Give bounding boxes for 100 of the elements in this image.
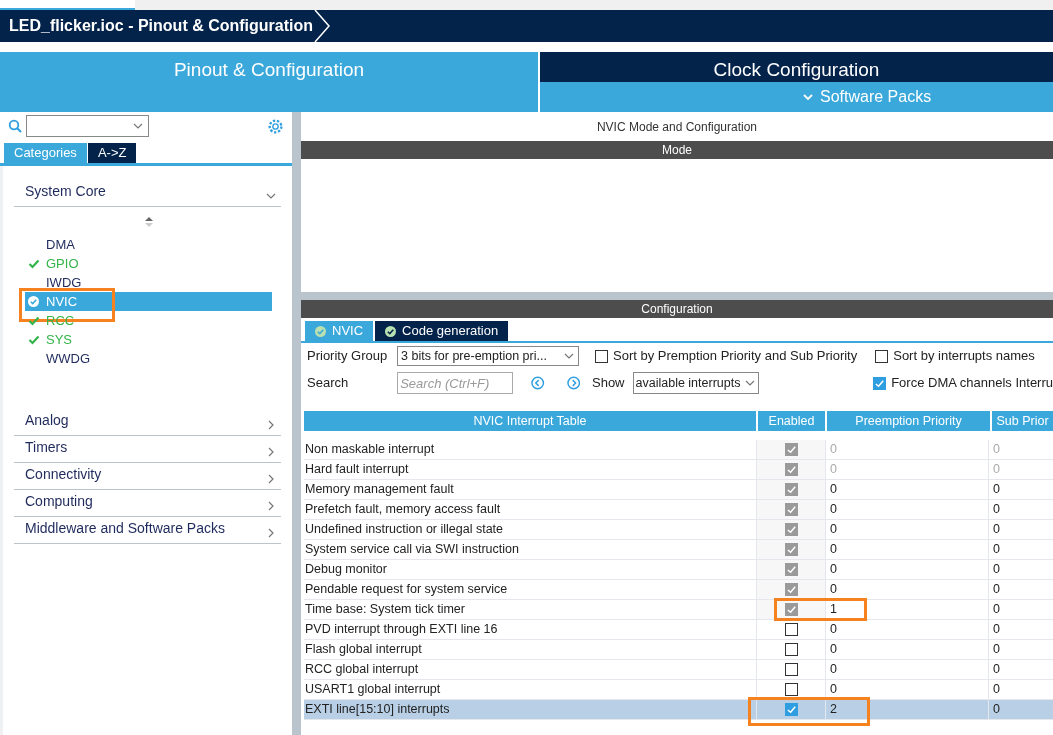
table-cell-text: System service call via SWI instruction bbox=[304, 541, 520, 559]
table-cell-text: Flash global interrupt bbox=[304, 641, 423, 659]
table-cell: 0 bbox=[988, 520, 1053, 539]
category-header[interactable]: Timers bbox=[14, 436, 281, 463]
check-circle-icon bbox=[315, 325, 326, 337]
breadcrumb[interactable]: LED_flicker.ioc - Pinout & Configuration bbox=[0, 10, 343, 42]
table-cell-text: Debug monitor bbox=[304, 561, 388, 579]
checkbox[interactable] bbox=[873, 376, 887, 390]
table-row[interactable]: Flash global interrupt 0 0 bbox=[304, 640, 1053, 660]
table-cell: 0 bbox=[988, 680, 1053, 699]
table-row[interactable]: Non maskable interrupt 0 0 bbox=[304, 440, 1053, 460]
table-cell-text: Memory management fault bbox=[304, 481, 455, 499]
table-cell: 0 bbox=[825, 580, 988, 599]
table-cell: 0 bbox=[825, 440, 988, 459]
checkbox[interactable] bbox=[784, 503, 798, 516]
category-item[interactable]: IWDG bbox=[25, 273, 272, 292]
table-cell: 0 bbox=[988, 660, 1053, 679]
show-select[interactable]: available interrupts bbox=[632, 372, 760, 394]
category-header[interactable]: Analog bbox=[14, 409, 281, 436]
mode-header: Mode bbox=[301, 141, 1053, 159]
table-cell: 0 bbox=[825, 540, 988, 559]
table-row[interactable]: Memory management fault 0 0 bbox=[304, 480, 1053, 500]
table-row[interactable]: Hard fault interrupt 0 0 bbox=[304, 460, 1053, 480]
table-cell-text: RCC global interrupt bbox=[304, 661, 420, 679]
check-circle-icon bbox=[385, 325, 397, 337]
scroll-arrows-icon[interactable] bbox=[144, 217, 153, 227]
next-icon[interactable] bbox=[566, 376, 580, 390]
table-cell: 0 bbox=[988, 600, 1053, 619]
previous-icon[interactable] bbox=[531, 376, 545, 390]
sort-option[interactable]: Sort by Premption Priority and Sub Priority bbox=[595, 346, 858, 366]
checkbox[interactable] bbox=[784, 443, 798, 456]
checkbox[interactable] bbox=[784, 523, 798, 536]
table-cell: 0 bbox=[988, 640, 1053, 659]
table-cell: 2 bbox=[825, 700, 988, 719]
table-row[interactable]: Pendable request for system service 0 0 bbox=[304, 580, 1053, 600]
checkbox[interactable] bbox=[784, 463, 798, 476]
check-icon bbox=[27, 314, 40, 327]
scrollbar[interactable] bbox=[292, 112, 301, 735]
checkbox[interactable] bbox=[784, 683, 798, 696]
table-cell: 0 bbox=[825, 520, 988, 539]
category-header[interactable]: System Core bbox=[14, 180, 281, 207]
force-dma-option[interactable]: Force DMA channels Interru bbox=[873, 373, 1053, 393]
table-row[interactable]: Time base: System tick timer 1 0 bbox=[304, 600, 1053, 620]
show-label: Show bbox=[592, 374, 625, 393]
config-tab[interactable]: Code generation bbox=[375, 321, 509, 341]
table-row[interactable]: PVD interrupt through EXTI line 16 0 0 bbox=[304, 620, 1053, 640]
table-row[interactable]: RCC global interrupt 0 0 bbox=[304, 660, 1053, 680]
table-row[interactable]: EXTI line[15:10] interrupts 2 0 bbox=[304, 700, 1053, 720]
checkbox[interactable] bbox=[595, 349, 608, 363]
checkbox[interactable] bbox=[875, 349, 889, 363]
table-cell: 0 bbox=[988, 700, 1053, 719]
checkbox[interactable] bbox=[784, 603, 798, 616]
main-tab[interactable]: Clock Configuration bbox=[540, 52, 1053, 82]
chevron-down-icon bbox=[802, 91, 814, 103]
table-cell-text: USART1 global interrupt bbox=[304, 681, 442, 699]
search-field[interactable]: Search (Ctrl+F) bbox=[397, 372, 514, 394]
table-row[interactable]: Undefined instruction or illegal state 0 0 bbox=[304, 520, 1053, 540]
table-cell: 0 bbox=[825, 620, 988, 639]
category-header[interactable]: Connectivity bbox=[14, 463, 281, 490]
table-cell-text: Undefined instruction or illegal state bbox=[304, 521, 505, 539]
table-cell: 0 bbox=[988, 500, 1053, 519]
search-field[interactable] bbox=[26, 115, 149, 137]
table-cell: 0 bbox=[988, 460, 1053, 479]
checkbox[interactable] bbox=[784, 643, 798, 656]
table-cell-text: Non maskable interrupt bbox=[304, 441, 436, 459]
table-cell-text: Time base: System tick timer bbox=[304, 601, 466, 619]
table-cell: 0 bbox=[825, 560, 988, 579]
table-cell: 0 bbox=[825, 680, 988, 699]
table-cell: 0 bbox=[988, 480, 1053, 499]
view-tab[interactable]: A->Z bbox=[87, 143, 137, 163]
table-row[interactable]: Debug monitor 0 0 bbox=[304, 560, 1053, 580]
search-label: Search bbox=[307, 374, 350, 393]
category-item[interactable]: DMA bbox=[25, 235, 272, 254]
category-header[interactable]: Computing bbox=[14, 490, 281, 517]
table-cell: 0 bbox=[825, 640, 988, 659]
table-cell: 0 bbox=[988, 540, 1053, 559]
search-icon bbox=[8, 119, 22, 133]
file-tab[interactable] bbox=[0, 0, 135, 10]
check-icon bbox=[27, 257, 40, 270]
checkbox[interactable] bbox=[784, 623, 798, 636]
checkbox[interactable] bbox=[784, 483, 798, 496]
checkbox[interactable] bbox=[784, 703, 798, 716]
table-cell: 0 bbox=[825, 660, 988, 679]
category-header[interactable]: Middleware and Software Packs bbox=[14, 517, 281, 544]
checkbox[interactable] bbox=[784, 543, 798, 556]
sort-option[interactable]: Sort by interrupts names bbox=[875, 346, 1035, 366]
checkbox[interactable] bbox=[784, 663, 798, 676]
checkbox[interactable] bbox=[784, 583, 798, 596]
settings-icon[interactable] bbox=[267, 117, 284, 135]
chevron-icon bbox=[313, 10, 333, 42]
table-cell-text: Pendable request for system service bbox=[304, 581, 509, 599]
table-cell: 0 bbox=[988, 580, 1053, 599]
checkbox[interactable] bbox=[784, 563, 798, 576]
category-item[interactable]: WWDG bbox=[25, 349, 272, 368]
table-row[interactable]: System service call via SWI instruction 0 0 bbox=[304, 540, 1053, 560]
configuration-header: Configuration bbox=[301, 300, 1053, 318]
check-circle-icon bbox=[28, 296, 39, 307]
table-row[interactable]: Prefetch fault, memory access fault 0 0 bbox=[304, 500, 1053, 520]
table-cell: 0 bbox=[988, 620, 1053, 639]
priority-group-select[interactable]: 3 bits for pre-emption pri... bbox=[397, 346, 579, 366]
